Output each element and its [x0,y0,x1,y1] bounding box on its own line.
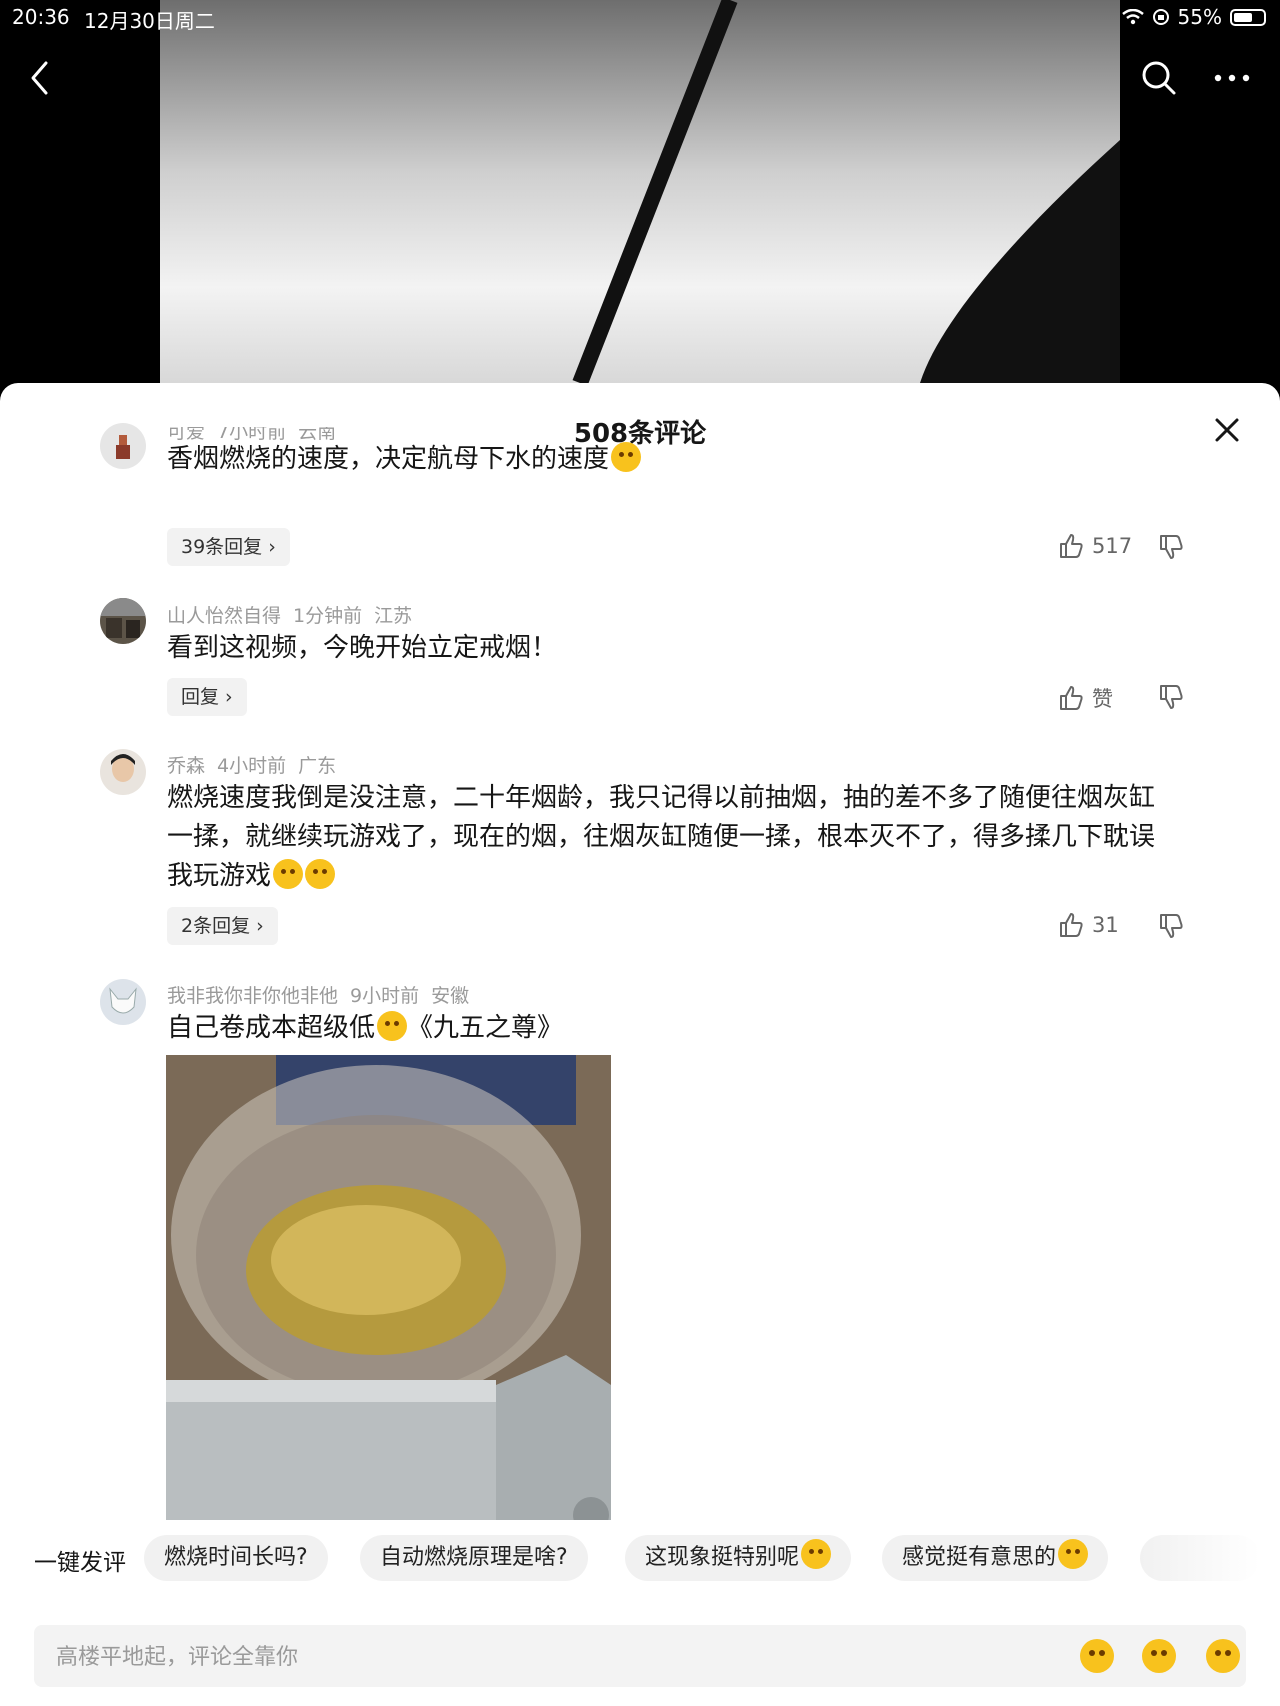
avatar-image [111,754,135,782]
comment-meta: 山人怡然自得 1分钟前 江苏 [167,601,424,628]
winking-emoji-icon [801,1539,832,1569]
avatar-image [116,435,130,459]
comment-time: 4小时前 [217,755,287,777]
orientation-lock-icon [1152,9,1169,25]
avatar-image [109,987,137,1014]
comment-location: 广东 [298,755,337,777]
comment-username[interactable]: 乔森 [167,755,205,777]
quick-reply-chip[interactable]: 感觉挺有意思的 [882,1535,1109,1581]
status-bar: 20:36 12月30日周二 55% [0,0,1280,34]
comment-input-bar [34,1625,1246,1689]
quick-reply-chip[interactable]: 这现象挺特别呢 [625,1535,852,1581]
quick-reply-chip-overflow[interactable] [1140,1535,1260,1581]
quick-reply-chip-text: 感觉挺有意思的 [902,1545,1057,1570]
like-count: 31 [1092,913,1119,937]
thumbs-up-icon [1060,534,1083,558]
view-replies-button[interactable]: 39条回复 › [167,528,290,566]
starry-eyes-emoji-icon[interactable] [1142,1639,1176,1673]
quick-reply-bar: 一键发评 燃烧时间长吗? 自动燃烧原理是啥? 这现象挺特别呢 感觉挺有意思的 [0,1529,1280,1589]
comment-meta: 我非我你非你他非他 9小时前 安徽 [167,981,481,1008]
comment-text-content: 香烟燃烧的速度，决定航母下水的速度 [167,444,610,474]
like-button[interactable]: 517 [1058,533,1132,559]
status-date: 12月30日周二 [84,9,215,33]
comment-text-content: 自己卷成本超级低 [167,1013,376,1043]
avatar[interactable] [100,749,146,795]
like-count: 赞 [1092,687,1113,711]
reply-button[interactable]: 回复 › [167,678,247,716]
avatar[interactable] [100,598,146,644]
battery-percent: 55% [1177,5,1222,29]
comment-location: 江苏 [374,605,413,627]
comment-text: 香烟燃烧的速度，决定航母下水的速度 [167,440,1177,479]
like-count: 517 [1092,534,1133,558]
thumbs-down-icon[interactable] [1158,913,1184,939]
comment-text: 看到这视频，今晚开始立定戒烟！ [167,633,558,663]
comment-username[interactable]: 山人怡然自得 [167,605,281,627]
laughing-crying-emoji-icon [273,859,304,889]
grinning-emoji-icon [1058,1539,1089,1569]
thinking-emoji-icon [377,1011,408,1041]
video-frame[interactable] [160,0,1120,383]
comment-text: 自己卷成本超级低 《九五之尊》 [167,1009,1177,1048]
comment-image[interactable] [166,1055,611,1520]
quick-reply-chip[interactable]: 燃烧时间长吗? [144,1535,328,1581]
comment-input[interactable] [54,1625,938,1689]
comment-meta: 乔森 4小时前 广东 [167,751,348,778]
more-icon[interactable] [1214,74,1250,82]
comment-username[interactable]: 我非我你非你他非他 [167,985,338,1007]
thinking-emoji-icon [611,442,642,472]
comment-text: 燃烧速度我倒是没注意，二十年烟龄，我只记得以前抽烟，抽的差不多了随便往烟灰缸一揉… [167,779,1177,896]
avatar[interactable] [100,979,146,1025]
status-time: 20:36 [12,5,70,29]
tobacco-photo [166,1055,611,1520]
video-content [572,0,1120,383]
thumbs-down-icon[interactable] [1158,684,1184,710]
close-icon[interactable] [1212,415,1242,445]
comments-panel: 508条评论 可爱 7小时前 云南 香烟燃烧的速度，决定航母下水的速度 39条回复 … [0,383,1280,1706]
avatar-image [100,598,146,638]
search-icon[interactable] [1140,59,1178,97]
quick-reply-chip[interactable]: 自动燃烧原理是啥? [360,1535,588,1581]
laughing-crying-emoji-icon [305,859,336,889]
comment-text-content: 《九五之尊》 [407,1013,564,1043]
laughing-crying-emoji-icon[interactable] [1080,1639,1114,1673]
view-replies-button[interactable]: 2条回复 › [167,907,278,945]
grinning-emoji-icon[interactable] [1206,1639,1240,1673]
chevron-left-icon[interactable] [28,60,52,96]
quick-reply-label: 一键发评 [34,1550,126,1576]
quick-reply-chip-text: 这现象挺特别呢 [645,1545,800,1570]
comment-time: 9小时前 [350,985,420,1007]
thumbs-up-icon [1060,913,1083,937]
video-player[interactable]: 20:36 12月30日周二 55% [0,0,1280,383]
like-button[interactable]: 赞 [1058,683,1113,713]
comment-time: 1分钟前 [293,605,363,627]
battery-icon [1230,8,1266,26]
wifi-icon [1121,9,1144,25]
thumbs-up-icon [1060,686,1083,710]
avatar[interactable] [100,423,146,469]
status-indicators: 55% [1121,5,1266,29]
like-button[interactable]: 31 [1058,912,1119,938]
comment-location: 安徽 [431,985,470,1007]
thumbs-down-icon[interactable] [1158,534,1184,560]
